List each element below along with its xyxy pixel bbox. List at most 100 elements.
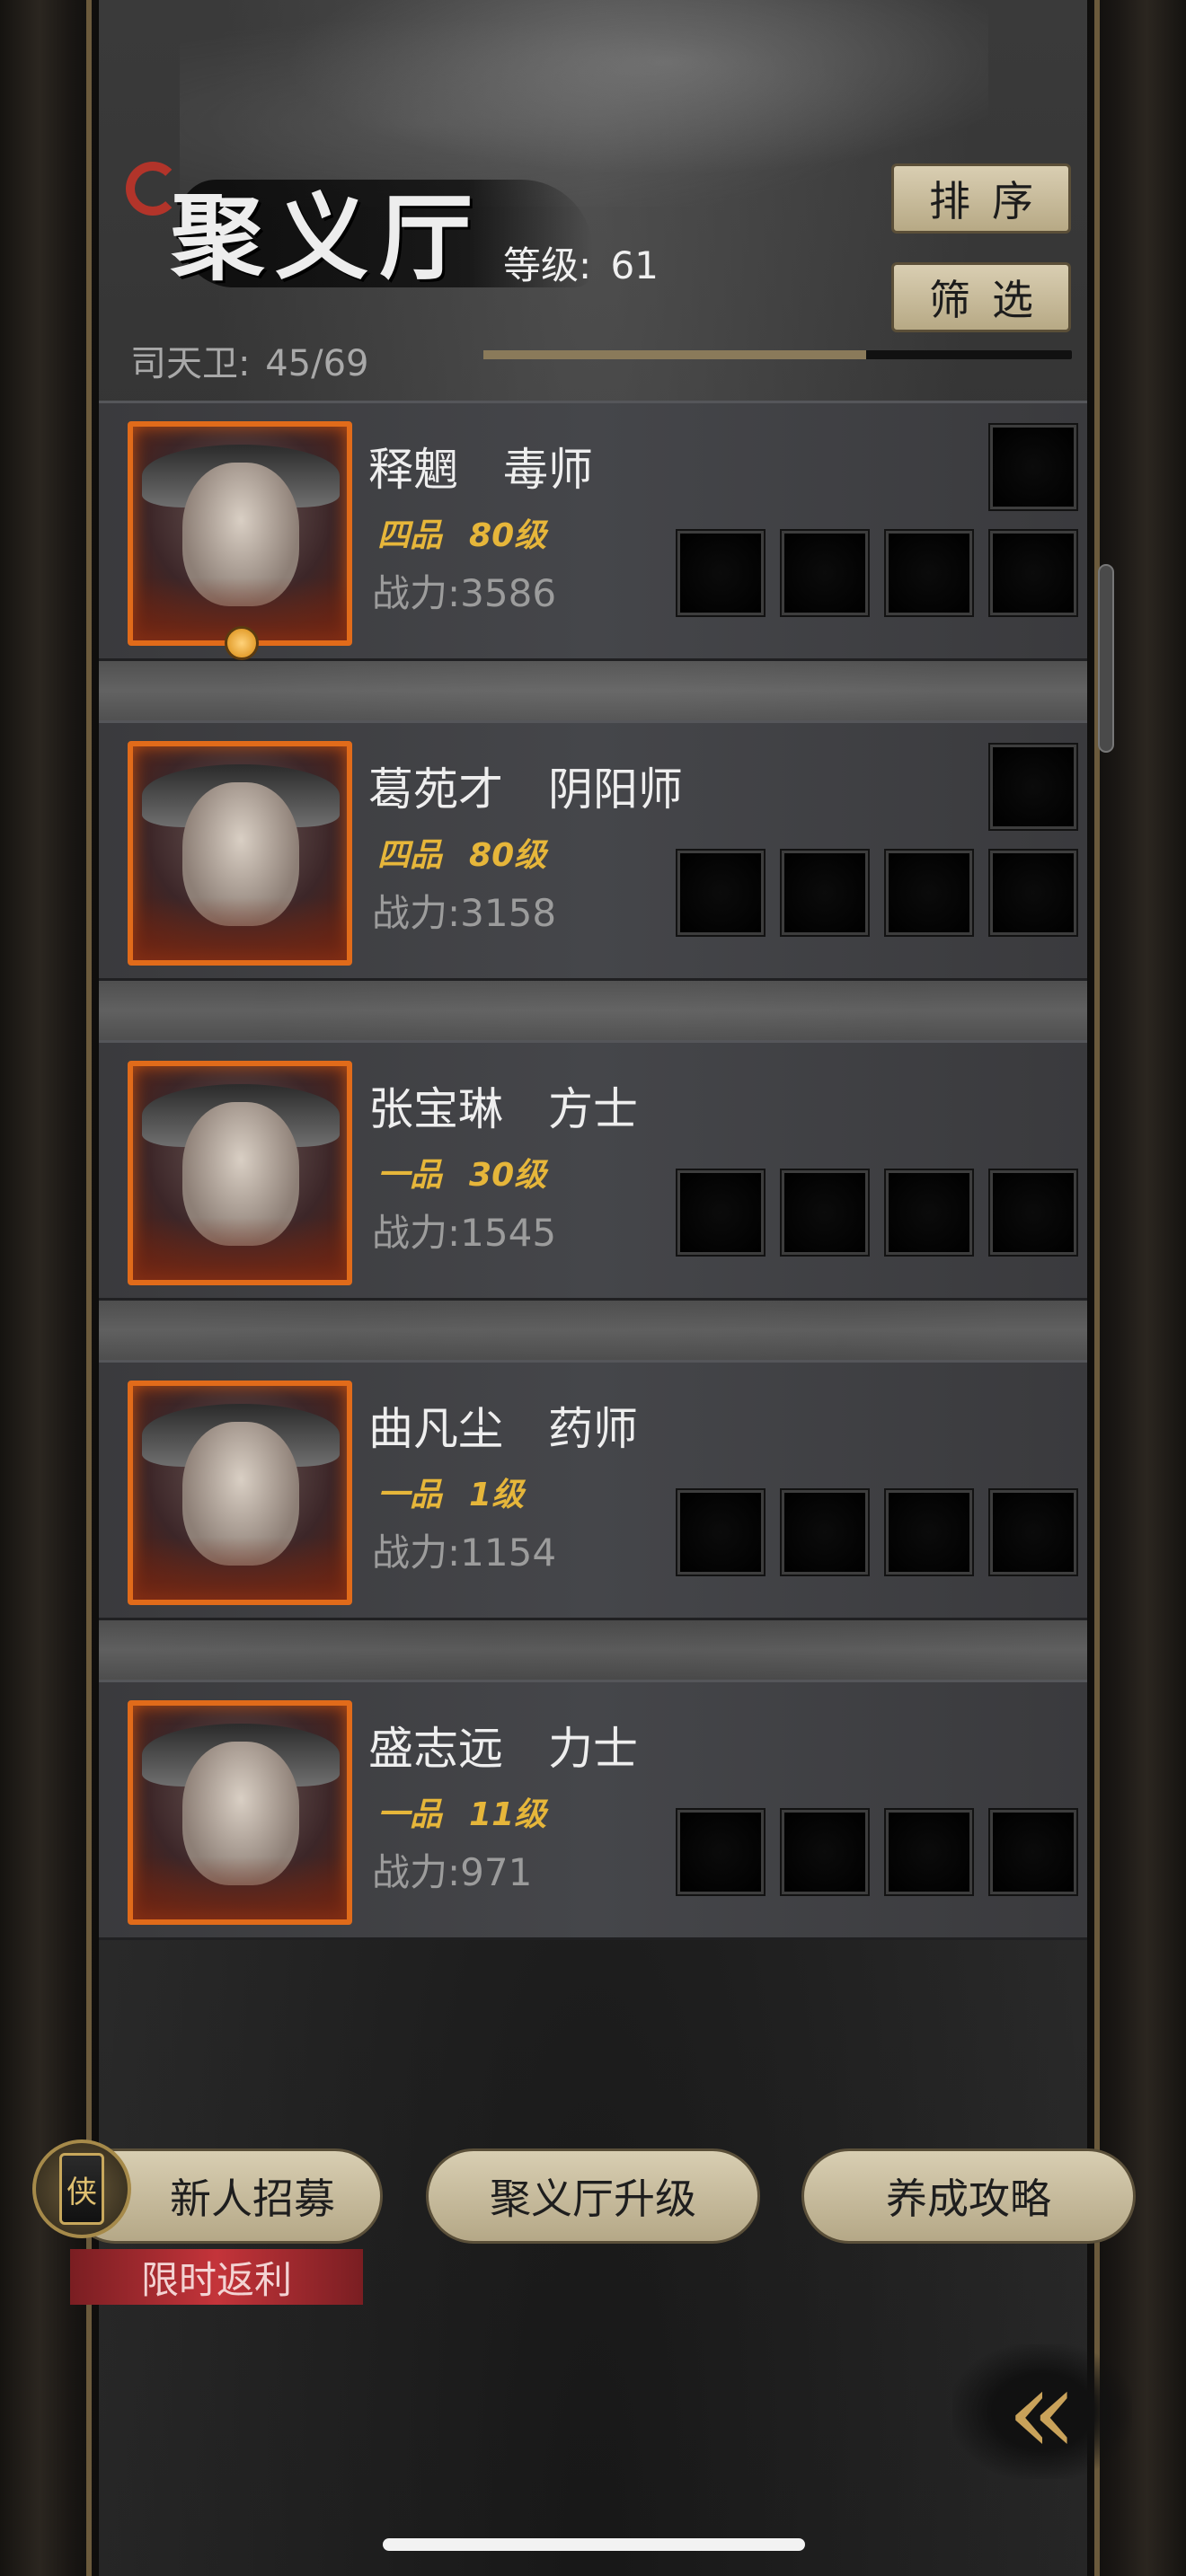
hero-portrait[interactable] [128, 1700, 352, 1925]
hero-rank-row: 四品 80级 [377, 509, 546, 556]
power-value: 971 [460, 1850, 533, 1894]
robe-shape [133, 1857, 347, 1919]
hero-rank-row: 一品 30级 [377, 1149, 546, 1195]
equipment-slot[interactable] [677, 1170, 764, 1255]
hero-role: 药师 [548, 1403, 638, 1455]
page-title: 聚义厅 [171, 182, 484, 293]
equipment-slot[interactable] [677, 1490, 764, 1575]
equipment-slot[interactable] [677, 531, 764, 615]
hero-card[interactable]: 曲凡尘 药师 一品 1级 战力:1154 [99, 1360, 1087, 1620]
equipment-slot[interactable] [990, 531, 1076, 615]
equipment-slot[interactable] [782, 1810, 868, 1894]
equipment-slot[interactable] [677, 851, 764, 935]
hero-card[interactable]: 释魍 毒师 四品 80级 战力:3586 [99, 401, 1087, 661]
hero-level: 30级 [469, 1157, 547, 1194]
hero-level: 80级 [469, 517, 547, 554]
hero-rank: 一品 [377, 1157, 443, 1194]
guard-value: 45/69 [265, 343, 369, 384]
level-value: 61 [610, 243, 659, 287]
equipment-slot[interactable] [886, 531, 972, 615]
equipment-slot[interactable] [782, 851, 868, 935]
card-divider [99, 1301, 1087, 1360]
robe-shape [133, 1537, 347, 1600]
equipment-slot[interactable] [886, 851, 972, 935]
equipment-slot[interactable] [782, 1170, 868, 1255]
list-scrollbar[interactable] [1098, 564, 1114, 753]
hero-rank: 一品 [377, 1477, 443, 1513]
hall-upgrade-button[interactable]: 聚义厅升级 [426, 2148, 760, 2244]
equipment-slot[interactable] [886, 1170, 972, 1255]
hall-level: 等级: 61 [503, 235, 659, 290]
flame-badge-icon [225, 626, 259, 660]
robe-shape [133, 1217, 347, 1280]
hero-name-row: 释魍 毒师 [368, 434, 593, 498]
hero-role: 毒师 [503, 444, 593, 496]
hero-name: 葛苑才 [368, 763, 503, 816]
hero-power-row: 战力:1545 [372, 1203, 556, 1257]
recruit-emblem-icon[interactable]: 侠 [32, 2139, 131, 2238]
guard-progress-fill [483, 350, 866, 359]
hero-power-row: 战力:1154 [372, 1522, 556, 1577]
hero-rank-row: 一品 11级 [377, 1788, 546, 1835]
emblem-plaque: 侠 [59, 2153, 104, 2225]
back-icon[interactable]: « [952, 2344, 1132, 2479]
hero-portrait[interactable] [128, 1381, 352, 1605]
power-label: 战力: [372, 891, 461, 935]
hero-portrait[interactable] [128, 1061, 352, 1285]
equipment-slot[interactable] [990, 1170, 1076, 1255]
hero-name-row: 盛志远 力士 [368, 1713, 638, 1778]
card-divider [99, 661, 1087, 720]
equipment-slot[interactable] [677, 1810, 764, 1894]
hero-list[interactable]: 释魍 毒师 四品 80级 战力:3586 葛苑才 阴阳师 四品 80级 战力:3158 [99, 401, 1087, 1945]
hero-name-row: 曲凡尘 药师 [368, 1393, 638, 1458]
hero-level: 80级 [469, 837, 547, 874]
hall-title: 聚义厅 [117, 153, 593, 296]
hero-rank-row: 四品 80级 [377, 829, 546, 876]
sort-button[interactable]: 排序 [891, 163, 1071, 234]
hero-card[interactable]: 葛苑才 阴阳师 四品 80级 战力:3158 [99, 720, 1087, 981]
hero-rank: 四品 [377, 517, 443, 554]
guard-progress-bar [483, 350, 1072, 359]
hero-level: 1级 [469, 1477, 525, 1513]
hero-name-row: 葛苑才 阴阳师 [368, 754, 683, 818]
power-value: 3158 [460, 891, 557, 935]
equipment-slot[interactable] [782, 1490, 868, 1575]
equipment-slot[interactable] [990, 745, 1076, 829]
hero-role: 阴阳师 [548, 763, 683, 816]
card-divider [99, 981, 1087, 1040]
hero-name: 曲凡尘 [368, 1403, 503, 1455]
hero-role: 力士 [548, 1723, 638, 1775]
hero-name-row: 张宝琳 方士 [368, 1073, 638, 1138]
card-divider [99, 1620, 1087, 1680]
home-indicator[interactable] [383, 2538, 805, 2551]
hero-portrait[interactable] [128, 741, 352, 966]
hero-card[interactable]: 张宝琳 方士 一品 30级 战力:1545 [99, 1040, 1087, 1301]
guard-count: 司天卫: 45/69 [130, 334, 368, 386]
power-label: 战力: [372, 1531, 461, 1575]
power-label: 战力: [372, 1850, 461, 1894]
equipment-slot[interactable] [782, 531, 868, 615]
hero-card[interactable]: 盛志远 力士 一品 11级 战力:971 [99, 1680, 1087, 1940]
hero-rank-row: 一品 1级 [377, 1469, 524, 1515]
power-label: 战力: [372, 1211, 461, 1255]
equipment-slot[interactable] [990, 425, 1076, 509]
equipment-slot[interactable] [990, 851, 1076, 935]
training-guide-button[interactable]: 养成攻略 [801, 2148, 1136, 2244]
power-label: 战力: [372, 571, 461, 615]
power-value: 1545 [460, 1211, 557, 1255]
hero-power-row: 战力:3586 [372, 563, 556, 618]
hero-name: 盛志远 [368, 1723, 503, 1775]
equipment-slot[interactable] [990, 1810, 1076, 1894]
equipment-slot[interactable] [886, 1810, 972, 1894]
equipment-slot[interactable] [990, 1490, 1076, 1575]
hero-name: 张宝琳 [368, 1083, 503, 1135]
equipment-slot[interactable] [886, 1490, 972, 1575]
hero-portrait[interactable] [128, 421, 352, 646]
hero-rank: 四品 [377, 837, 443, 874]
hero-rank: 一品 [377, 1796, 443, 1833]
power-value: 3586 [460, 571, 557, 615]
hero-name: 释魍 [368, 444, 458, 496]
promo-tag[interactable]: 限时返利 [70, 2249, 363, 2305]
hero-power-row: 战力:971 [372, 1842, 532, 1897]
filter-button[interactable]: 筛选 [891, 262, 1071, 332]
